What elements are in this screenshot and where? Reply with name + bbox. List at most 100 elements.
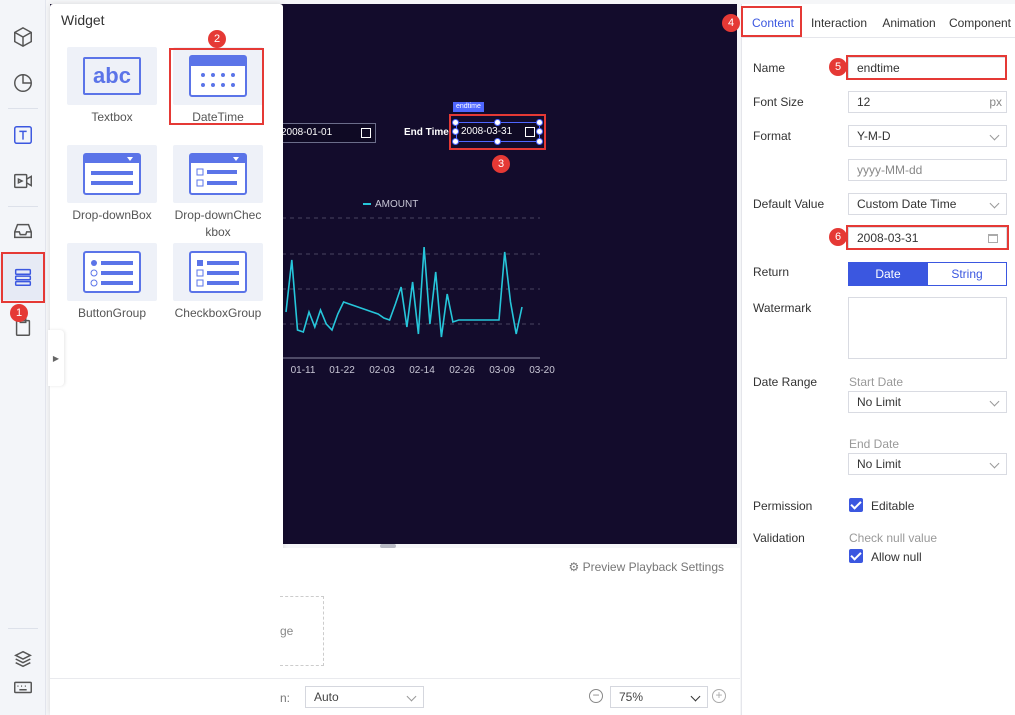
widget-button-group[interactable]: ButtonGroup xyxy=(67,243,157,322)
format-pattern-input[interactable]: yyyy-MM-dd xyxy=(848,159,1007,181)
return-label: Return xyxy=(753,265,790,279)
x-tick-label: 02-26 xyxy=(449,365,475,376)
x-tick-label: 01-22 xyxy=(329,365,355,376)
step-badge: 6 xyxy=(829,228,847,246)
chevron-down-icon xyxy=(690,691,701,702)
form-widget-icon[interactable] xyxy=(0,254,46,300)
properties-tabs: Content Interaction Animation Component xyxy=(742,8,1015,38)
keyboard-icon[interactable] xyxy=(0,664,46,710)
name-label: Name xyxy=(753,61,786,75)
end-date-label: End Date xyxy=(849,437,900,451)
allow-null-label: Allow null xyxy=(871,550,922,564)
check-null-label: Check null value xyxy=(849,531,938,545)
format-pattern-placeholder: yyyy-MM-dd xyxy=(857,163,923,177)
widget-datetime[interactable]: DateTime xyxy=(173,47,263,126)
properties-panel: Content Interaction Animation Component … xyxy=(741,4,1015,715)
gear-icon: ⚙ xyxy=(568,560,580,574)
auto-select-value: Auto xyxy=(314,690,339,704)
step-badge: 3 xyxy=(492,155,510,173)
return-date-button[interactable]: Date xyxy=(848,262,928,286)
checkbox-group-icon xyxy=(173,243,263,301)
name-input-value: endtime xyxy=(857,61,900,75)
preview-playback-settings-link[interactable]: ⚙ Preview Playback Settings xyxy=(568,560,724,574)
textbox-thumb-text: abc xyxy=(83,57,141,95)
text-tool-icon[interactable] xyxy=(0,112,46,158)
dropdown-checkbox-icon xyxy=(173,145,263,203)
step-badge: 2 xyxy=(208,30,226,48)
font-size-unit: px xyxy=(989,95,1002,109)
drop-zone-text: ge xyxy=(280,624,294,638)
tab-animation[interactable]: Animation xyxy=(876,8,942,38)
format-label: Format xyxy=(753,129,792,143)
preview-playback-settings-text: Preview Playback Settings xyxy=(582,560,724,574)
end-date-select-value: No Limit xyxy=(857,457,902,471)
auto-select[interactable]: Auto xyxy=(305,686,424,708)
media-icon[interactable] xyxy=(0,158,46,204)
widget-dropdown-box[interactable]: Drop-downBox xyxy=(67,145,157,224)
widget-label: ButtonGroup xyxy=(77,306,147,320)
start-date-select[interactable]: No Limit xyxy=(848,391,1007,413)
component-cube-icon[interactable] xyxy=(0,14,46,60)
widget-panel-title: Widget xyxy=(61,12,105,28)
font-size-value: 12 xyxy=(857,95,871,109)
dropdown-box-icon xyxy=(67,145,157,203)
editable-checkbox[interactable] xyxy=(849,498,863,512)
tab-component[interactable]: Component xyxy=(944,8,1015,38)
watermark-label: Watermark xyxy=(753,301,812,315)
validation-label: Validation xyxy=(753,531,805,545)
permission-label: Permission xyxy=(753,499,813,513)
left-rail xyxy=(0,0,46,715)
editable-label: Editable xyxy=(871,499,915,513)
watermark-textarea[interactable] xyxy=(848,297,1007,359)
inbox-icon[interactable] xyxy=(0,208,46,254)
step-badge: 1 xyxy=(10,304,28,322)
x-tick-label: 03-20 xyxy=(529,365,555,376)
allow-null-checkbox[interactable] xyxy=(849,549,863,563)
legend-label: AMOUNT xyxy=(375,199,418,210)
default-value-label: Default Value xyxy=(753,197,825,211)
name-input[interactable]: endtime xyxy=(848,57,1007,79)
widget-checkbox-group[interactable]: CheckboxGroup xyxy=(173,243,263,322)
date-range-label: Date Range xyxy=(753,375,818,389)
textbox-icon: abc xyxy=(67,47,157,105)
bottom-panel: ⚙ Preview Playback Settings ge n: Auto −… xyxy=(50,548,740,715)
chevron-down-icon xyxy=(989,130,1000,141)
widget-label: DateTime xyxy=(192,110,244,124)
font-size-label: Font Size xyxy=(753,95,804,109)
format-value: Y-M-D xyxy=(857,129,891,143)
step-badge: 5 xyxy=(829,58,847,76)
button-group-icon xyxy=(67,243,157,301)
calendar-icon xyxy=(988,234,998,243)
tab-interaction[interactable]: Interaction xyxy=(804,8,874,38)
x-tick-label: 01-11 xyxy=(291,365,316,376)
partial-label: n: xyxy=(280,691,291,705)
calendar-icon xyxy=(173,47,263,105)
chevron-down-icon xyxy=(989,198,1000,209)
tab-content[interactable]: Content xyxy=(744,8,802,38)
chevron-down-icon xyxy=(406,691,417,702)
widget-textbox[interactable]: abc Textbox xyxy=(67,47,157,126)
zoom-select[interactable]: 75% xyxy=(610,686,708,708)
widget-label: Drop-downCheckbox xyxy=(174,208,262,239)
default-value-select[interactable]: Custom Date Time xyxy=(848,193,1007,215)
font-size-input[interactable]: 12 px xyxy=(848,91,1007,113)
end-date-select[interactable]: No Limit xyxy=(848,453,1007,475)
zoom-in-icon[interactable]: + xyxy=(712,689,726,703)
widget-label: CheckboxGroup xyxy=(174,306,262,320)
step-badge: 4 xyxy=(722,14,740,32)
chevron-down-icon xyxy=(989,458,1000,469)
caret-right-icon: ▶ xyxy=(52,353,60,363)
widget-label: Textbox xyxy=(91,110,133,124)
collapse-panel-button[interactable]: ▶ xyxy=(48,330,64,386)
return-string-button[interactable]: String xyxy=(927,262,1007,286)
x-tick-label: 03-09 xyxy=(489,365,515,376)
zoom-out-icon[interactable]: − xyxy=(589,689,603,703)
default-date-value: 2008-03-31 xyxy=(857,231,919,245)
format-select[interactable]: Y-M-D xyxy=(848,125,1007,147)
chart-pie-icon[interactable] xyxy=(0,60,46,106)
zoom-select-value: 75% xyxy=(619,690,644,704)
widget-dropdown-checkbox[interactable]: Drop-downCheckbox xyxy=(173,145,263,241)
default-value-text: Custom Date Time xyxy=(857,197,957,211)
start-date-label: Start Date xyxy=(849,375,904,389)
default-date-picker[interactable]: 2008-03-31 xyxy=(848,227,1007,249)
